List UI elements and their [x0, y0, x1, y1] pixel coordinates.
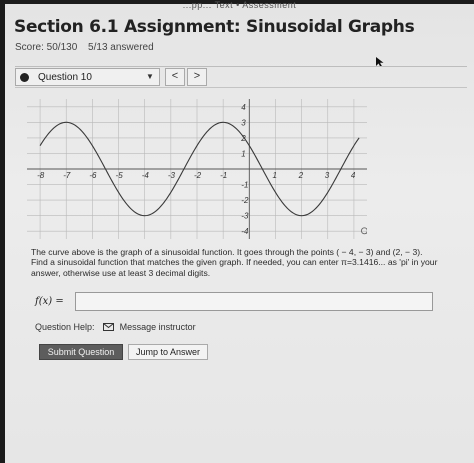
answered-count: 5/13 answered	[88, 42, 154, 53]
answer-label: f(x) =	[35, 296, 64, 307]
submit-question-button[interactable]: Submit Question	[39, 344, 123, 360]
x-tick-label: -6	[89, 171, 97, 180]
top-strip: ...pp... Text • Assessment	[182, 0, 297, 10]
x-tick-label: 1	[272, 171, 276, 180]
sinusoid-graph: -8 -7 -6 -5 -4 -3 -2 -1 1 2 3 4 4 3 2 1 -1 -2 -3 -4	[27, 99, 367, 239]
y-tick-label: -2	[241, 196, 249, 205]
question-prompt: The curve above is the graph of a sinuso…	[31, 247, 471, 278]
x-tick-label: -2	[194, 171, 202, 180]
y-tick-label: 3	[241, 118, 246, 127]
next-question-button[interactable]: >	[187, 68, 207, 86]
score-text: Score: 50/130	[15, 42, 78, 53]
y-tick-label: 2	[240, 134, 246, 143]
magnifier-icon	[360, 227, 367, 235]
assignment-page: ...pp... Text • Assessment Section 6.1 A…	[5, 0, 474, 463]
score-line: Score: 50/130 5/13 answered	[15, 42, 162, 53]
question-status-dot-icon	[20, 73, 29, 82]
y-tick-label: -1	[241, 181, 248, 190]
prompt-line-1: The curve above is the graph of a sinuso…	[31, 247, 423, 257]
y-tick-label: 4	[241, 103, 246, 112]
question-select[interactable]: Question 10 ▼	[15, 68, 160, 86]
graph-canvas: -8 -7 -6 -5 -4 -3 -2 -1 1 2 3 4 4 3 2 1 -1 -2 -3 -4	[27, 99, 367, 239]
x-tick-label: -8	[37, 171, 45, 180]
caret-down-icon: ▼	[146, 72, 154, 81]
prompt-line-2: Find a sinusoidal function that matches …	[31, 257, 438, 268]
answer-row: f(x) =	[31, 292, 436, 312]
x-tick-label: -4	[142, 171, 150, 180]
magnifier-icon-handle	[366, 232, 367, 235]
y-tick-label: -3	[241, 212, 249, 221]
prompt-line-3: answer, otherwise use at least 3 decimal…	[31, 267, 211, 278]
question-nav-bar: Question 10 ▼ < >	[15, 66, 467, 88]
answer-input[interactable]	[75, 292, 433, 311]
prev-question-button[interactable]: <	[165, 68, 185, 86]
x-tick-label: -5	[116, 171, 124, 180]
message-instructor-link[interactable]: Message instructor	[120, 322, 196, 332]
x-tick-label: 3	[325, 171, 330, 180]
x-tick-label: -1	[220, 171, 227, 180]
x-tick-label: -7	[63, 171, 71, 180]
question-select-label: Question 10	[38, 72, 92, 83]
x-tick-label: 4	[351, 171, 356, 180]
question-help: Question Help: Message instructor	[35, 322, 196, 332]
jump-to-answer-button[interactable]: Jump to Answer	[128, 344, 208, 360]
page-title: Section 6.1 Assignment: Sinusoidal Graph…	[14, 17, 415, 37]
y-tick-label: 1	[241, 149, 245, 158]
y-tick-label: -4	[241, 227, 249, 236]
x-tick-label: 2	[298, 171, 304, 180]
x-tick-label: -3	[168, 171, 176, 180]
mail-icon	[103, 323, 115, 331]
question-help-label: Question Help:	[35, 322, 95, 332]
